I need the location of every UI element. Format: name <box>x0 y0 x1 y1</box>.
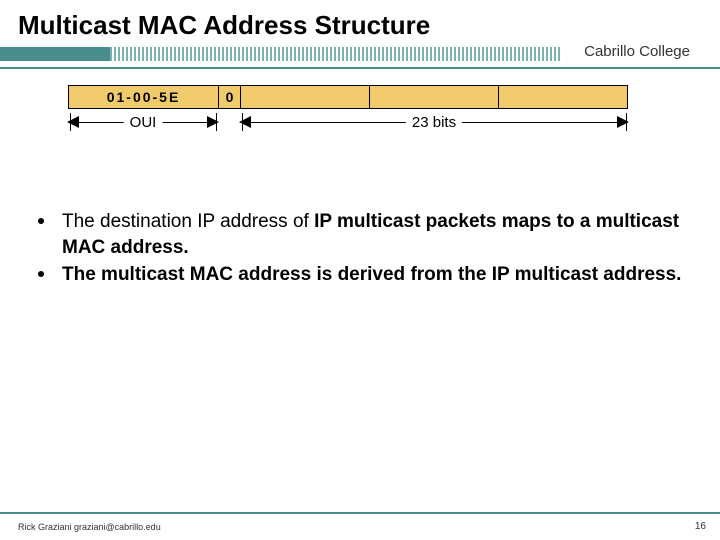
bullet-icon <box>38 218 44 224</box>
slide-title: Multicast MAC Address Structure <box>0 0 720 47</box>
cell-blank-2 <box>370 86 499 108</box>
arrow-left-icon <box>239 116 251 128</box>
footer-separator <box>0 512 720 514</box>
oui-dimension-label: OUI <box>124 114 163 131</box>
mac-structure-diagram: 01-00-5E 0 OUI 23 bits <box>68 85 628 159</box>
arrow-right-icon <box>617 116 629 128</box>
separator-solid <box>0 47 110 61</box>
cell-blank-1 <box>241 86 370 108</box>
header-underline <box>0 67 720 69</box>
separator-stripes <box>110 47 560 61</box>
college-brand: Cabrillo College <box>584 43 690 60</box>
arrow-right-icon <box>207 116 219 128</box>
list-item: The destination IP address of IP multica… <box>34 209 686 260</box>
arrow-left-icon <box>67 116 79 128</box>
list-item: The multicast MAC address is derived fro… <box>34 262 686 288</box>
header-separator: Cabrillo College <box>0 47 720 61</box>
cell-fixed-bit: 0 <box>219 86 241 108</box>
bullet-list: The destination IP address of IP multica… <box>34 209 686 288</box>
footer-page-number: 16 <box>695 521 706 532</box>
bullet-icon <box>38 271 44 277</box>
cell-oui-hex: 01-00-5E <box>69 86 219 108</box>
cell-blank-3 <box>499 86 627 108</box>
dimension-row: OUI 23 bits <box>68 113 628 153</box>
footer-author: Rick Graziani graziani@cabrillo.edu <box>18 522 161 532</box>
mac-address-row: 01-00-5E 0 <box>68 85 628 109</box>
bullet-text-2: The multicast MAC address is derived fro… <box>62 262 681 288</box>
bits-dimension-label: 23 bits <box>406 114 462 131</box>
dimension-oui: OUI <box>68 113 218 147</box>
dimension-23bits: 23 bits <box>240 113 628 147</box>
bullet-text-1: The destination IP address of IP multica… <box>62 209 686 260</box>
